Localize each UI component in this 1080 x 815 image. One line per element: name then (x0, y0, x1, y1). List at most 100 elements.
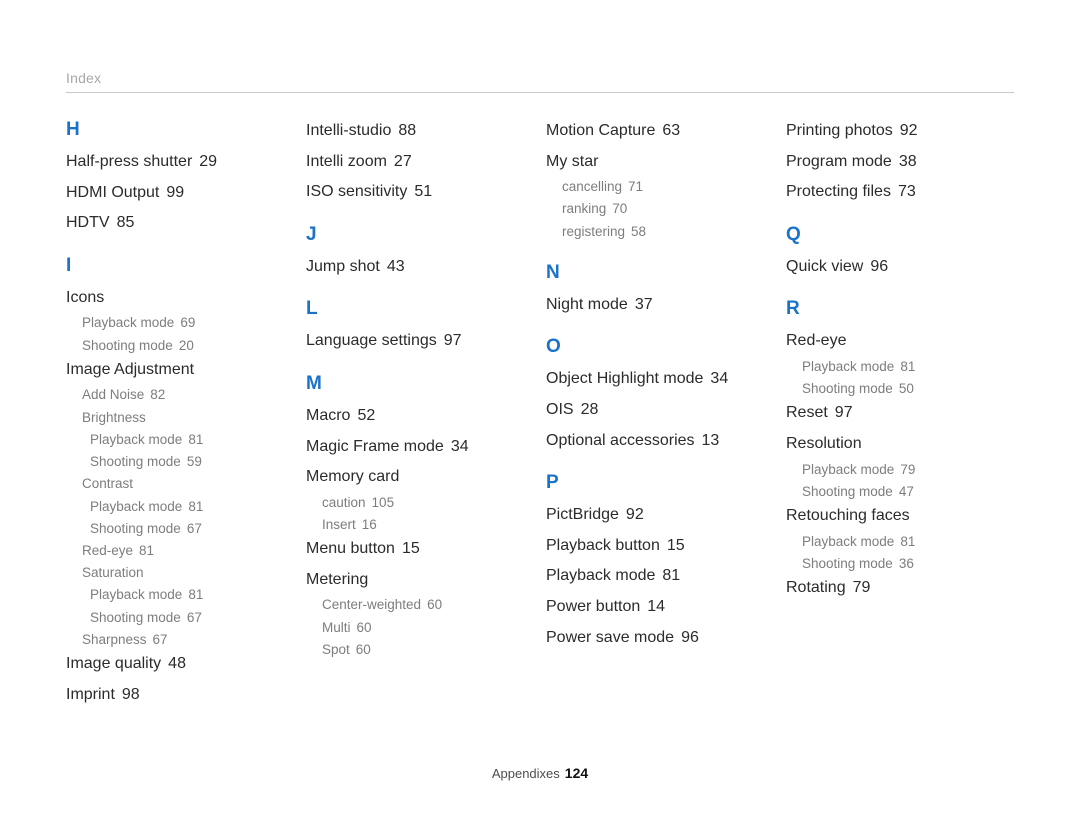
index-entry[interactable]: Object Highlight mode 34 (546, 368, 774, 390)
index-subentry[interactable]: Sharpness 67 (82, 631, 294, 649)
index-entry-label: Program mode (786, 152, 892, 170)
index-entry[interactable]: Motion Capture 63 (546, 120, 774, 142)
footer-page-number: 124 (564, 765, 589, 781)
index-subentry[interactable]: Playback mode 69 (82, 314, 294, 332)
index-entry[interactable]: Half-press shutter 29 (66, 151, 294, 173)
index-subentry[interactable]: Shooting mode 20 (82, 337, 294, 355)
index-entry[interactable]: Metering (306, 569, 534, 591)
index-subentry[interactable]: Playback mode 81 (90, 586, 294, 604)
index-entry-label: Optional accessories (546, 431, 695, 449)
index-entry[interactable]: OIS 28 (546, 399, 774, 421)
index-subentry[interactable]: Playback mode 81 (90, 431, 294, 449)
index-entry-page: 81 (188, 587, 204, 603)
index-subentry[interactable]: Shooting mode 67 (90, 520, 294, 538)
index-subentry-label: Shooting mode (90, 609, 181, 625)
index-subentry-label: Multi (322, 619, 351, 635)
index-entry-page: 58 (631, 223, 647, 239)
index-entry[interactable]: Magic Frame mode 34 (306, 436, 534, 458)
index-entry[interactable]: Language settings 97 (306, 330, 534, 352)
index-entry[interactable]: Imprint 98 (66, 684, 294, 706)
index-entry-label: Night mode (546, 295, 628, 313)
index-entry[interactable]: Playback mode 81 (546, 565, 774, 587)
index-entry-page: 67 (152, 631, 168, 647)
index-entry[interactable]: Intelli-studio 88 (306, 120, 534, 142)
index-entry[interactable]: Quick view 96 (786, 256, 1014, 278)
index-entry-label: Reset (786, 404, 828, 422)
index-entry[interactable]: Power save mode 96 (546, 627, 774, 649)
page-title: Index (66, 70, 102, 86)
index-letter-heading: J (306, 223, 317, 245)
index-entry-label: Menu button (306, 540, 395, 558)
index-subentry[interactable]: Playback mode 81 (802, 533, 1014, 551)
index-entry[interactable]: Printing photos 92 (786, 120, 1014, 142)
index-entry-label: Intelli zoom (306, 152, 387, 170)
index-entry[interactable]: Icons (66, 287, 294, 309)
index-subentry[interactable]: Shooting mode 36 (802, 555, 1014, 573)
index-subentry-label: Spot (322, 641, 350, 657)
index-entry[interactable]: HDMI Output 99 (66, 182, 294, 204)
index-entry[interactable]: Optional accessories 13 (546, 430, 774, 452)
index-subentry[interactable]: Contrast (82, 475, 294, 493)
index-entry[interactable]: Retouching faces (786, 505, 1014, 527)
index-letter-heading: O (546, 336, 561, 358)
index-subentry[interactable]: Playback mode 81 (90, 498, 294, 516)
index-entry[interactable]: My star (546, 151, 774, 173)
index-entry-page: 43 (386, 257, 405, 275)
index-entry[interactable]: Menu button 15 (306, 538, 534, 560)
index-entry[interactable]: Jump shot 43 (306, 256, 534, 278)
index-subentry[interactable]: Shooting mode 67 (90, 609, 294, 627)
index-entry[interactable]: PictBridge 92 (546, 504, 774, 526)
index-entry-page: 73 (897, 183, 916, 201)
index-entry[interactable]: ISO sensitivity 51 (306, 181, 534, 203)
index-subentry[interactable]: Multi 60 (322, 619, 534, 637)
index-entry-label: Language settings (306, 332, 437, 350)
index-subentry[interactable]: Center-weighted 60 (322, 596, 534, 614)
index-entry[interactable]: Resolution (786, 433, 1014, 455)
index-subentry[interactable]: caution 105 (322, 494, 534, 512)
index-entry[interactable]: Image Adjustment (66, 359, 294, 381)
index-subentry[interactable]: Shooting mode 47 (802, 483, 1014, 501)
index-subentry[interactable]: Spot 60 (322, 641, 534, 659)
index-subentry[interactable]: Shooting mode 59 (90, 453, 294, 471)
index-subentry[interactable]: Saturation (82, 564, 294, 582)
index-entry[interactable]: Macro 52 (306, 405, 534, 427)
index-entry[interactable]: Night mode 37 (546, 294, 774, 316)
index-subentry[interactable]: registering 58 (562, 223, 774, 241)
index-entry[interactable]: Program mode 38 (786, 151, 1014, 173)
index-entry[interactable]: Image quality 48 (66, 653, 294, 675)
index-entry-page: 63 (662, 122, 681, 139)
index-subentry[interactable]: Insert 16 (322, 516, 534, 534)
index-entry[interactable]: Power button 14 (546, 596, 774, 618)
index-entry-page: 81 (900, 533, 916, 549)
index-entry-label: Playback button (546, 536, 660, 554)
index-entry-label: ISO sensitivity (306, 183, 408, 201)
index-entry[interactable]: Intelli zoom 27 (306, 151, 534, 173)
index-subentry[interactable]: Add Noise 82 (82, 386, 294, 404)
index-subentry[interactable]: cancelling 71 (562, 178, 774, 196)
page-header: Index (66, 70, 1014, 93)
index-columns: H Half-press shutter 29 HDMI Output 99 HDTV 85… (66, 120, 1026, 714)
index-subentry-label: Add Noise (82, 387, 145, 403)
index-entry[interactable]: Rotating 79 (786, 577, 1014, 599)
index-subentry[interactable]: Playback mode 79 (802, 461, 1014, 479)
index-subentry-label: Brightness (82, 409, 146, 425)
index-entry-label: Image quality (66, 655, 162, 673)
index-subentry[interactable]: Brightness (82, 409, 294, 427)
index-subentry[interactable]: Shooting mode 50 (802, 380, 1014, 398)
index-subentry[interactable]: ranking 70 (562, 200, 774, 218)
index-entry[interactable]: Protecting files 73 (786, 181, 1014, 203)
index-subentry[interactable]: Red-eye 81 (82, 542, 294, 560)
index-entry[interactable]: Memory card (306, 466, 534, 488)
index-subentry-label: Shooting mode (802, 483, 893, 499)
index-entry[interactable]: Reset 97 (786, 402, 1014, 424)
index-entry-label: My star (546, 152, 599, 170)
index-entry[interactable]: Red-eye (786, 330, 1014, 352)
index-entry-page: 81 (139, 542, 155, 558)
index-entry[interactable]: Playback button 15 (546, 535, 774, 557)
index-entry-page: 15 (666, 536, 685, 554)
index-entry-label: HDMI Output (66, 183, 160, 201)
index-entry-page: 105 (371, 494, 395, 510)
index-subentry[interactable]: Playback mode 81 (802, 358, 1014, 376)
index-entry[interactable]: HDTV 85 (66, 212, 294, 234)
index-entry-page: 79 (852, 579, 871, 597)
